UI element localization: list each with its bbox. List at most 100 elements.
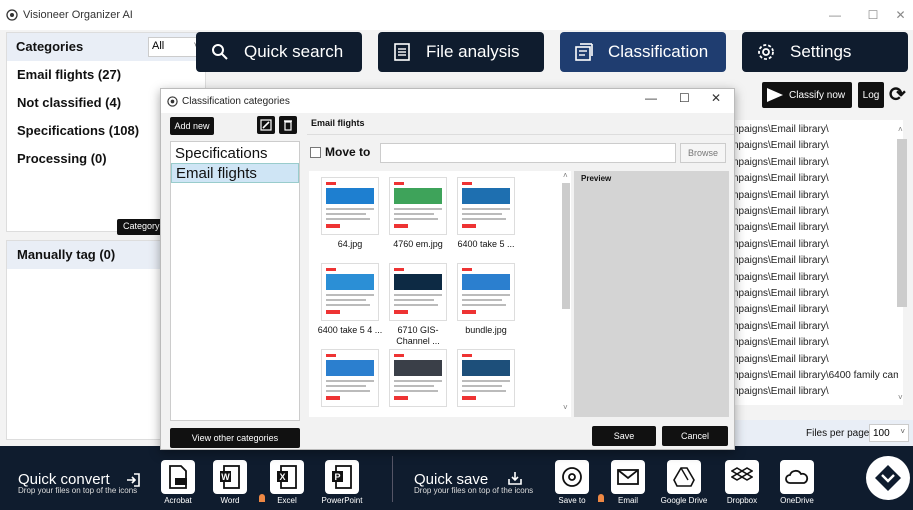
dialog-close-button[interactable]: ✕ xyxy=(711,91,721,105)
save-button[interactable]: Save xyxy=(592,426,656,446)
file-path-row[interactable]: npaigns\Email library\ xyxy=(733,272,898,288)
thumbnail-text-line xyxy=(326,304,370,306)
scroll-thumb[interactable] xyxy=(562,183,570,309)
onedrive-tool[interactable] xyxy=(780,460,814,494)
scroll-up-icon[interactable]: ˄ xyxy=(563,171,568,180)
acrobat-label: Acrobat xyxy=(164,496,192,505)
file-path-row[interactable]: npaigns\Email library\ xyxy=(733,206,898,222)
chevron-down-icon xyxy=(875,465,901,491)
dialog-minimize-button[interactable]: — xyxy=(645,91,657,105)
email-thumbnail[interactable] xyxy=(389,177,447,235)
file-path-row[interactable]: npaigns\Email library\6400 family campa xyxy=(733,370,898,386)
classification-button[interactable]: Classification xyxy=(560,32,726,72)
edit-button[interactable] xyxy=(257,116,275,134)
dropbox-tool[interactable] xyxy=(725,460,759,494)
scroll-down-icon[interactable]: ˅ xyxy=(563,403,568,412)
onedrive-label: OneDrive xyxy=(780,496,814,505)
file-path-row[interactable]: npaigns\Email library\ xyxy=(733,190,898,206)
add-new-button[interactable]: Add new xyxy=(170,117,214,135)
files-per-page-select[interactable]: 100 ˅ xyxy=(869,424,909,442)
classification-label: Classification xyxy=(608,42,709,61)
thumbnail-banner xyxy=(462,274,510,290)
file-path-row[interactable]: npaigns\Email library\ xyxy=(733,239,898,255)
cancel-button[interactable]: Cancel xyxy=(662,426,728,446)
excel-icon: X xyxy=(277,465,297,489)
file-path-row[interactable]: npaigns\Email library\ xyxy=(733,386,898,402)
thumbnail-banner xyxy=(394,274,442,290)
app-window: Visioneer Organizer AI — ☐ ✕ Categories … xyxy=(0,0,913,510)
excel-label: Excel xyxy=(277,496,297,505)
classify-now-button[interactable]: Classify now xyxy=(762,82,852,108)
thumbnail-text-line xyxy=(394,385,434,387)
thumbnail-text-line xyxy=(326,294,374,296)
view-other-categories-button[interactable]: View other categories xyxy=(170,428,300,448)
file-list-scrollbar[interactable]: ˄ ˅ xyxy=(896,125,908,405)
category-list-item[interactable]: Specifications xyxy=(171,144,299,164)
thumbnail-filename: 6710 GIS-Channel ... xyxy=(396,325,440,346)
svg-text:P: P xyxy=(334,472,340,482)
minimize-button[interactable]: — xyxy=(820,0,850,30)
file-path-row[interactable]: npaigns\Email library\ xyxy=(733,354,898,370)
file-path-row[interactable]: npaigns\Email library\ xyxy=(733,321,898,337)
maximize-button[interactable]: ☐ xyxy=(858,0,888,30)
file-path-row[interactable]: npaigns\Email library\ xyxy=(733,304,898,320)
file-path-row[interactable]: npaigns\Email library\ xyxy=(733,157,898,173)
settings-button[interactable]: Settings xyxy=(742,32,908,72)
categories-label: Categories xyxy=(16,39,84,54)
email-thumbnail[interactable] xyxy=(457,263,515,321)
scroll-up-icon[interactable]: ˄ xyxy=(898,125,903,134)
thumbnail-text-line xyxy=(462,294,510,296)
app-title: Visioneer Organizer AI xyxy=(23,9,133,21)
email-thumbnail[interactable] xyxy=(321,349,379,407)
move-to-path-input[interactable] xyxy=(380,143,676,163)
category-list-item-selected[interactable]: Email flights xyxy=(171,163,299,183)
file-path-row[interactable]: npaigns\Email library\ xyxy=(733,124,898,140)
category-list: Specifications Email flights xyxy=(170,141,300,421)
file-path-row[interactable]: npaigns\Email library\ xyxy=(733,288,898,304)
thumbnail-cta xyxy=(394,224,408,228)
move-to-checkbox[interactable] xyxy=(310,147,321,158)
email-tool[interactable] xyxy=(611,460,645,494)
expand-button[interactable] xyxy=(866,456,910,500)
preview-pane: Preview xyxy=(574,171,729,417)
pin-icon xyxy=(598,494,604,502)
thumbnail-text-line xyxy=(394,304,438,306)
email-thumbnail[interactable] xyxy=(389,263,447,321)
file-analysis-button[interactable]: File analysis xyxy=(378,32,544,72)
dropbox-label: Dropbox xyxy=(726,496,758,505)
quick-search-button[interactable]: Quick search xyxy=(196,32,362,72)
thumbnail-scrollbar[interactable]: ˄ ˅ xyxy=(561,171,571,417)
dialog-maximize-button[interactable]: ☐ xyxy=(679,91,690,105)
log-button[interactable]: Log xyxy=(858,82,884,108)
file-path-row[interactable]: npaigns\Email library\ xyxy=(733,255,898,271)
sidebar-item-email-flights[interactable]: Email flights (27) xyxy=(7,61,207,89)
powerpoint-tool[interactable]: P xyxy=(325,460,359,494)
thumbnail-cta xyxy=(462,310,476,314)
brand-mark xyxy=(462,354,472,357)
file-path-row[interactable]: npaigns\Email library\ xyxy=(733,337,898,353)
delete-button[interactable] xyxy=(279,116,297,134)
email-thumbnail[interactable] xyxy=(389,349,447,407)
close-button[interactable]: ✕ xyxy=(888,0,913,30)
cloud-icon xyxy=(785,469,809,484)
save-to-tool[interactable] xyxy=(555,460,589,494)
edit-icon xyxy=(260,119,272,131)
email-thumbnail[interactable] xyxy=(321,177,379,235)
thumbnail-text-line xyxy=(394,380,442,382)
google-drive-tool[interactable] xyxy=(667,460,701,494)
email-thumbnail[interactable] xyxy=(321,263,379,321)
excel-tool[interactable]: X xyxy=(270,460,304,494)
browse-button[interactable]: Browse xyxy=(680,143,726,163)
file-path-row[interactable]: npaigns\Email library\ xyxy=(733,140,898,156)
scroll-thumb[interactable] xyxy=(897,139,907,307)
word-tool[interactable]: W xyxy=(213,460,247,494)
scroll-down-icon[interactable]: ˅ xyxy=(898,393,903,402)
thumbnail-text-line xyxy=(394,390,438,392)
thumbnail-banner xyxy=(462,188,510,204)
email-thumbnail[interactable] xyxy=(457,349,515,407)
file-path-row[interactable]: npaigns\Email library\ xyxy=(733,222,898,238)
refresh-icon[interactable]: ⟳ xyxy=(889,82,911,108)
file-path-row[interactable]: npaigns\Email library\ xyxy=(733,173,898,189)
acrobat-tool[interactable] xyxy=(161,460,195,494)
email-thumbnail[interactable] xyxy=(457,177,515,235)
